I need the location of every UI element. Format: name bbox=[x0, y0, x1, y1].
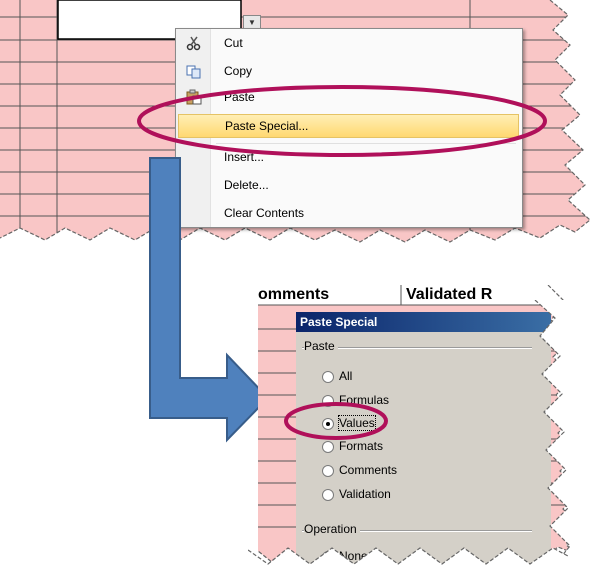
highlight-ellipse-values bbox=[284, 402, 388, 440]
radio-label: Validation bbox=[339, 487, 391, 501]
menu-item-label: Cut bbox=[224, 36, 243, 50]
radio-label: Comments bbox=[339, 463, 398, 477]
menu-item-cut[interactable]: Cut bbox=[176, 31, 522, 55]
radio-button bbox=[322, 371, 334, 383]
radio-button bbox=[322, 465, 334, 477]
paste-group-label: Paste bbox=[304, 339, 338, 353]
column-header-comments: omments bbox=[258, 286, 330, 303]
torn-edge-bottom bbox=[248, 547, 568, 568]
chevron-down-icon: ▼ bbox=[248, 18, 256, 27]
radio-label: All bbox=[339, 369, 353, 383]
radio-button bbox=[322, 489, 334, 501]
scissors-icon bbox=[186, 35, 202, 51]
